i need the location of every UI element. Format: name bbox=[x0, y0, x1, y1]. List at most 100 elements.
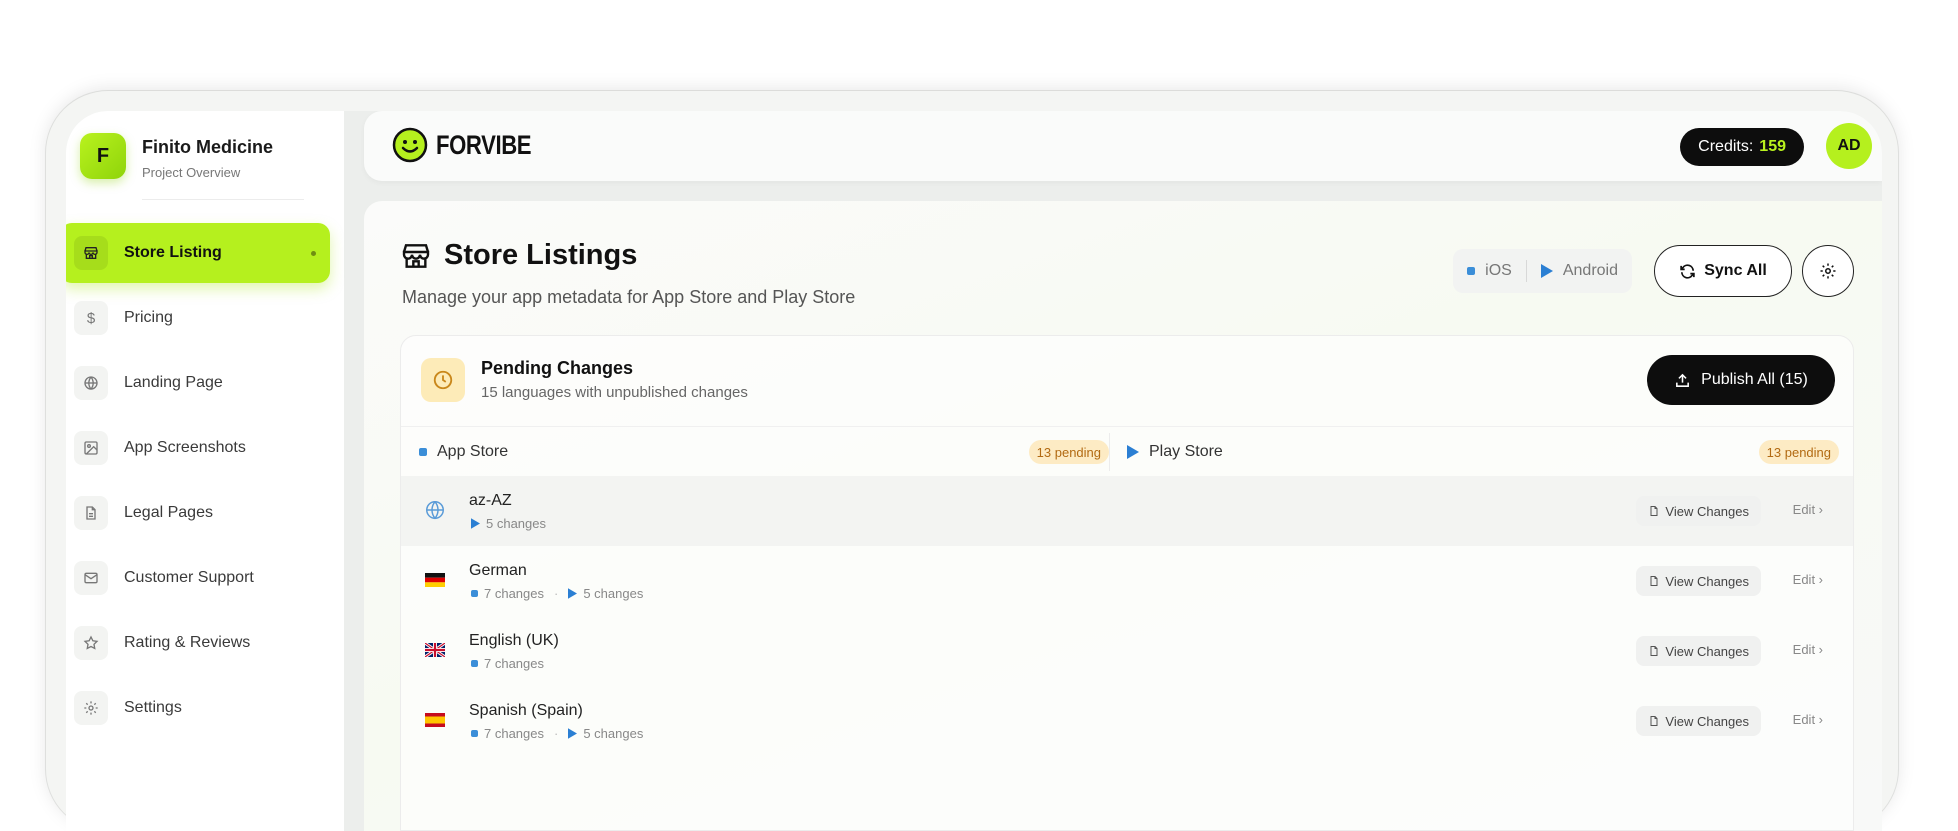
language-row[interactable]: Spanish (Spain) 7 changes · 5 changes Vi… bbox=[401, 686, 1853, 756]
pending-title: Pending Changes bbox=[481, 358, 634, 378]
uk-flag-icon bbox=[423, 638, 447, 662]
android-changes: 5 changes bbox=[486, 516, 546, 531]
project-subtitle: Project Overview bbox=[142, 165, 241, 180]
language-name: Spanish (Spain) bbox=[469, 702, 583, 719]
view-changes-label: View Changes bbox=[1665, 713, 1749, 729]
ios-changes: 7 changes bbox=[484, 726, 544, 741]
gear-icon bbox=[74, 691, 108, 725]
user-avatar[interactable]: AD bbox=[1826, 123, 1872, 169]
project-avatar: F bbox=[80, 133, 126, 179]
platform-ios-label: iOS bbox=[1485, 262, 1512, 279]
view-changes-button[interactable]: View Changes bbox=[1636, 706, 1761, 736]
separator-dot: · bbox=[554, 586, 559, 601]
play-store-icon bbox=[471, 518, 480, 529]
edit-button[interactable]: Edit › bbox=[1793, 572, 1823, 587]
view-changes-label: View Changes bbox=[1665, 643, 1749, 659]
language-name: az-AZ bbox=[469, 492, 512, 509]
germany-flag-icon bbox=[423, 568, 447, 592]
apple-store-icon bbox=[471, 660, 478, 667]
publish-all-button[interactable]: Publish All (15) bbox=[1647, 355, 1835, 405]
smiley-logo-icon bbox=[392, 127, 428, 163]
sidebar-item-rating-reviews[interactable]: Rating & Reviews bbox=[66, 613, 330, 673]
sidebar-item-label: Legal Pages bbox=[124, 504, 213, 521]
brand-name: FORVIBE bbox=[436, 129, 532, 160]
image-icon bbox=[74, 431, 108, 465]
pending-subtitle: 15 languages with unpublished changes bbox=[481, 384, 748, 401]
device-frame: F Finito Medicine Project Overview Store… bbox=[46, 91, 1898, 831]
pending-changes-card: Pending Changes 15 languages with unpubl… bbox=[400, 335, 1854, 831]
top-bar: FORVIBE Credits: 159 AD bbox=[364, 111, 1882, 181]
spain-flag-icon bbox=[423, 708, 447, 732]
sidebar-item-label: Rating & Reviews bbox=[124, 634, 251, 651]
main-content: Store Listings Manage your app metadata … bbox=[364, 201, 1882, 831]
app-store-header: App Store 13 pending bbox=[419, 427, 1109, 477]
settings-button[interactable] bbox=[1802, 245, 1854, 297]
project-name: Finito Medicine bbox=[142, 137, 274, 157]
sidebar-item-settings[interactable]: Settings bbox=[66, 678, 330, 738]
project-header[interactable]: F Finito Medicine Project Overview bbox=[72, 133, 322, 213]
language-row[interactable]: az-AZ 5 changes View Changes Edit › bbox=[401, 476, 1853, 546]
view-changes-button[interactable]: View Changes bbox=[1636, 496, 1761, 526]
globe-icon bbox=[74, 366, 108, 400]
edit-button[interactable]: Edit › bbox=[1793, 502, 1823, 517]
document-icon bbox=[1650, 576, 1658, 586]
android-changes: 5 changes bbox=[583, 726, 644, 741]
document-icon bbox=[1650, 716, 1658, 726]
platform-ios[interactable]: iOS bbox=[1467, 262, 1512, 280]
platform-android[interactable]: Android bbox=[1540, 262, 1618, 280]
app-store-pending-badge: 13 pending bbox=[1028, 440, 1109, 464]
app-store-label: App Store bbox=[437, 443, 509, 460]
play-store-label: Play Store bbox=[1149, 443, 1223, 460]
page-title: Store Listings bbox=[444, 239, 638, 271]
credits-label: Credits: bbox=[1698, 138, 1754, 155]
ios-changes: 7 changes bbox=[484, 586, 544, 601]
page-subtitle: Manage your app metadata for App Store a… bbox=[402, 287, 856, 307]
play-store-header: Play Store 13 pending bbox=[1127, 427, 1839, 477]
sidebar: F Finito Medicine Project Overview Store… bbox=[66, 111, 344, 831]
dollar-icon: $ bbox=[74, 301, 108, 335]
sync-all-button[interactable]: Sync All bbox=[1654, 245, 1792, 297]
play-store-icon bbox=[1127, 445, 1139, 459]
upload-icon bbox=[1676, 373, 1690, 387]
credits-badge[interactable]: Credits: 159 bbox=[1680, 128, 1804, 166]
sidebar-item-landing-page[interactable]: Landing Page bbox=[66, 353, 330, 413]
clock-icon bbox=[421, 358, 465, 402]
apple-store-icon bbox=[471, 590, 478, 597]
view-changes-label: View Changes bbox=[1665, 503, 1749, 519]
sidebar-item-app-screenshots[interactable]: App Screenshots bbox=[66, 418, 330, 478]
active-indicator bbox=[311, 251, 316, 256]
mail-icon bbox=[74, 561, 108, 595]
language-name: English (UK) bbox=[469, 632, 559, 649]
sidebar-item-legal-pages[interactable]: Legal Pages bbox=[66, 483, 330, 543]
globe-icon bbox=[423, 498, 447, 522]
platform-filter: iOS Android bbox=[1453, 249, 1632, 293]
sidebar-item-label: Landing Page bbox=[124, 374, 223, 391]
apple-store-icon bbox=[419, 448, 427, 456]
play-store-icon bbox=[1540, 264, 1553, 278]
page-header: Store Listings bbox=[400, 239, 637, 272]
star-icon bbox=[74, 626, 108, 660]
view-changes-button[interactable]: View Changes bbox=[1636, 566, 1761, 596]
brand-logo[interactable]: FORVIBE bbox=[392, 127, 552, 163]
change-summary: 5 changes bbox=[471, 516, 546, 531]
edit-button[interactable]: Edit › bbox=[1793, 642, 1823, 657]
credits-value: 159 bbox=[1759, 138, 1786, 155]
document-icon bbox=[1650, 506, 1658, 516]
sidebar-item-customer-support[interactable]: Customer Support bbox=[66, 548, 330, 608]
gear-icon bbox=[1820, 263, 1836, 279]
publish-all-label: Publish All (15) bbox=[1701, 371, 1808, 388]
separator-dot: · bbox=[554, 726, 559, 741]
android-changes: 5 changes bbox=[583, 586, 644, 601]
play-store-icon bbox=[568, 728, 578, 739]
language-name: German bbox=[469, 562, 527, 579]
language-row[interactable]: English (UK) 7 changes View Changes Edit… bbox=[401, 616, 1853, 686]
refresh-icon bbox=[1680, 263, 1695, 279]
sidebar-item-store-listing[interactable]: Store Listing bbox=[66, 223, 330, 283]
sidebar-item-pricing[interactable]: $ Pricing bbox=[66, 288, 330, 348]
view-changes-button[interactable]: View Changes bbox=[1636, 636, 1761, 666]
view-changes-label: View Changes bbox=[1665, 573, 1749, 589]
language-row[interactable]: German 7 changes · 5 changes View Change… bbox=[401, 546, 1853, 616]
edit-button[interactable]: Edit › bbox=[1793, 712, 1823, 727]
platform-android-label: Android bbox=[1562, 262, 1618, 279]
document-icon bbox=[74, 496, 108, 530]
